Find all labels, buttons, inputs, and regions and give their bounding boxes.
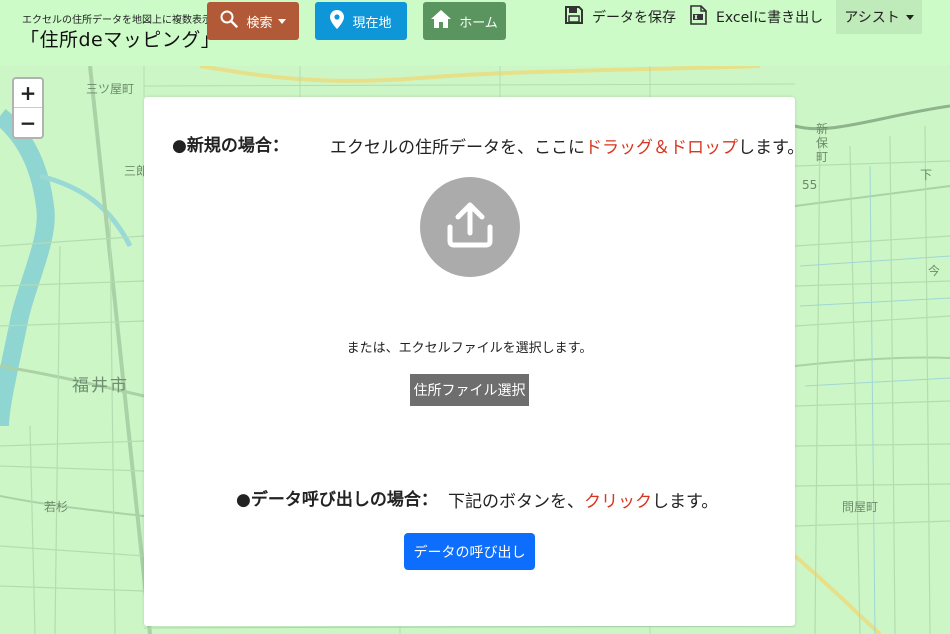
drop-instruction-text: エクセルの住所データを、ここに xyxy=(330,138,585,158)
location-pin-icon xyxy=(330,9,345,33)
drag-drop-highlight: ドラッグ＆ドロップ xyxy=(585,138,738,158)
zoom-out-button[interactable]: − xyxy=(14,108,42,137)
home-button[interactable]: ホーム xyxy=(423,2,506,40)
zoom-in-button[interactable]: + xyxy=(14,79,42,108)
chevron-down-icon xyxy=(277,18,286,24)
assist-dropdown[interactable]: アシスト xyxy=(836,0,922,34)
search-icon xyxy=(220,10,239,32)
export-excel-label: Excelに書き出し xyxy=(716,10,824,26)
drop-instruction: エクセルの住所データを、ここにドラッグ＆ドロップします。 xyxy=(330,133,804,158)
home-icon xyxy=(431,10,452,32)
load-instruction: 下記のボタンを、クリックします。 xyxy=(448,487,718,512)
select-address-file-button[interactable]: 住所ファイル選択 xyxy=(410,374,529,406)
current-location-label: 現在地 xyxy=(352,15,392,31)
upload-icon xyxy=(442,197,498,257)
chevron-down-icon xyxy=(905,14,914,20)
map-label: 新保町 xyxy=(816,122,829,164)
load-data-heading: ●データ呼び出しの場合： xyxy=(236,490,438,510)
map-label: 55 xyxy=(802,178,818,192)
app-subtitle: エクセルの住所データを地図上に複数表示 xyxy=(22,15,212,26)
home-button-label: ホーム xyxy=(459,15,498,31)
zoom-control: + − xyxy=(12,77,44,139)
load-instruction-suffix: します。 xyxy=(652,492,719,512)
map-label: 福井市 xyxy=(72,376,129,396)
load-data-row: ●データ呼び出しの場合： 下記のボタンを、クリックします。 xyxy=(236,485,756,512)
save-data-link[interactable]: データを保存 xyxy=(565,4,676,30)
map-label: 下 xyxy=(920,168,933,182)
export-excel-link[interactable]: Excelに書き出し xyxy=(690,4,823,30)
drop-instruction-suffix: します。 xyxy=(738,138,805,158)
map-label: 問屋町 xyxy=(842,500,879,514)
search-button[interactable]: 検索 xyxy=(207,2,299,40)
click-highlight: クリック xyxy=(584,492,652,512)
load-data-button[interactable]: データの呼び出し xyxy=(404,533,535,570)
map-label: 若杉 xyxy=(44,500,69,514)
app-title[interactable]: 「住所deマッピング」 xyxy=(20,25,220,52)
assist-label: アシスト xyxy=(844,10,900,26)
map-label: 今 xyxy=(928,264,941,278)
excel-file-icon xyxy=(690,5,707,29)
new-import-row: ●新規の場合： エクセルの住所データを、ここにドラッグ＆ドロップします。 xyxy=(172,131,804,158)
app-header: エクセルの住所データを地図上に複数表示 「住所deマッピング」 検索 現在地 ホ… xyxy=(0,0,950,66)
upload-drop-zone[interactable] xyxy=(420,177,520,277)
search-button-label: 検索 xyxy=(246,15,273,31)
import-panel[interactable]: ●新規の場合： エクセルの住所データを、ここにドラッグ＆ドロップします。 または… xyxy=(144,97,804,626)
select-file-instruction: または、エクセルファイルを選択します。 xyxy=(346,341,593,356)
current-location-button[interactable]: 現在地 xyxy=(315,2,407,40)
load-instruction-text: 下記のボタンを、 xyxy=(448,492,584,512)
save-data-label: データを保存 xyxy=(592,10,676,26)
new-import-heading: ●新規の場合： xyxy=(172,136,289,156)
floppy-disk-icon xyxy=(565,6,583,28)
map-label: 三ツ屋町 xyxy=(86,82,135,96)
